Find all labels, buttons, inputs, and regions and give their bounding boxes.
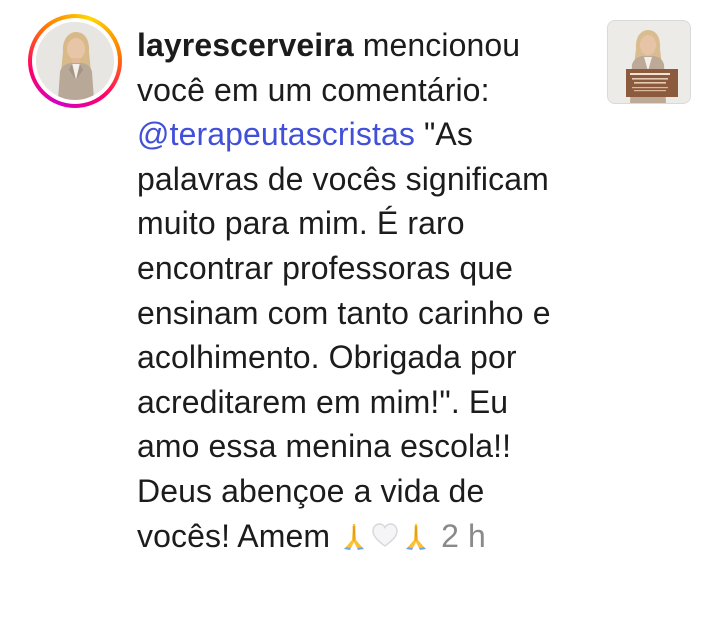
avatar-ring-gap [32,18,118,104]
avatar[interactable] [36,22,114,100]
post-thumbnail[interactable] [607,20,691,104]
white-heart-icon [370,517,400,562]
folded-hands-icon [401,517,431,562]
profile-photo-icon [36,22,114,100]
comment-mention-notification[interactable]: layrescerveira mencionou você em um come… [0,0,720,626]
folded-hands-icon [339,517,369,562]
comment-text: "As palavras de vocês significam muito p… [137,116,551,554]
post-thumbnail-icon [608,21,690,103]
notification-text: layrescerveira mencionou você em um come… [137,23,577,561]
avatar-story-ring[interactable] [28,14,122,108]
mention-link[interactable]: @terapeutascristas [137,116,415,152]
username-link[interactable]: layrescerveira [137,27,354,63]
timestamp: 2 h [441,517,486,554]
